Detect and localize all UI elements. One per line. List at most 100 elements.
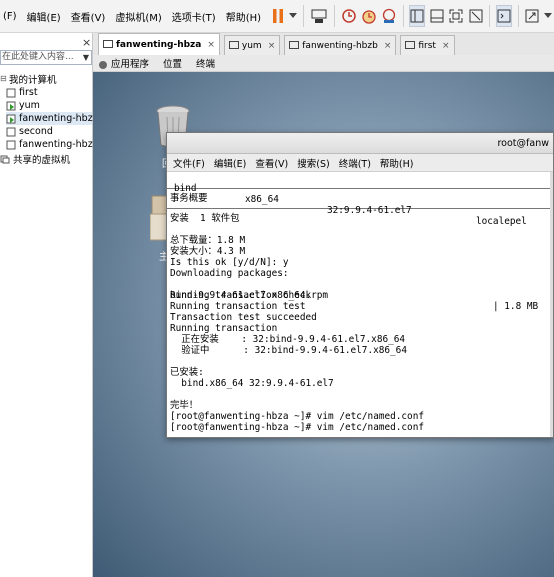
menu-vm[interactable]: 虚拟机(M) <box>112 9 164 24</box>
rpm-size: | 1.8 MB <box>493 301 539 312</box>
toolbar-divider <box>518 5 519 27</box>
vm-tab-icon <box>228 41 239 49</box>
tab-label: first <box>418 40 436 51</box>
gnome-foot-icon <box>99 60 107 69</box>
terminal-line: 验证中 : 32:bind-9.9.4-61.el7.x86_64 <box>170 345 407 356</box>
terminal-menu-search[interactable]: 搜索(S) <box>297 156 329 170</box>
unity-icon[interactable] <box>468 5 483 27</box>
app-menubar: (F) 编辑(E) 查看(V) 虚拟机(M) 选项卡(T) 帮助(H) <box>0 0 554 33</box>
close-icon[interactable]: × <box>207 40 215 50</box>
terminal-line: 正在安装 : 32:bind-9.9.4-61.el7.x86_64 <box>170 334 406 345</box>
pause-button[interactable] <box>270 5 285 27</box>
pause-dropdown-icon[interactable] <box>289 5 298 27</box>
terminal-menu-help[interactable]: 帮助(H) <box>380 156 414 170</box>
shared-vm-icon <box>0 155 10 163</box>
tree-my-computer[interactable]: ⊟ 我的计算机 <box>0 72 57 86</box>
fullscreen-icon[interactable] <box>449 5 464 27</box>
chevron-down-icon[interactable]: ▼ <box>83 51 89 64</box>
panel-places-menu[interactable]: 位置 <box>163 56 182 70</box>
panel-applications-menu[interactable]: 应用程序 <box>99 56 149 70</box>
tree-vm-label: fanwenting-hbza <box>19 113 99 124</box>
guest-top-panel: 应用程序 位置 终端 <box>93 55 554 72</box>
terminal-line: 安装大小：4.3 M <box>170 246 246 257</box>
vm-tab-icon <box>405 41 416 49</box>
close-icon[interactable]: × <box>82 36 91 49</box>
terminal-menu-view[interactable]: 查看(V) <box>255 156 288 170</box>
pkg-arch: x86_64 <box>245 194 279 205</box>
terminal-line: 总下载量：1.8 M <box>170 235 246 246</box>
vm-icon <box>6 140 16 149</box>
send-keys-icon[interactable] <box>310 5 328 27</box>
snapshot-icon[interactable] <box>341 5 357 27</box>
terminal-line: 事务概要 <box>170 193 208 204</box>
terminal-line: bind-9.9.4-61.el7.x86_64.rpm | 1.8 MB <box>167 279 553 312</box>
terminal-window[interactable]: root@fanw 文件(F) 编辑(E) 查看(V) 搜索(S) 终端(T) … <box>166 132 554 438</box>
terminal-title: root@fanw <box>497 137 549 149</box>
terminal-line: bind.x86_64 32:9.9.4-61.el7 <box>170 378 334 389</box>
terminal-menu-edit[interactable]: 编辑(E) <box>214 156 246 170</box>
terminal-titlebar[interactable]: root@fanw <box>167 133 553 154</box>
terminal-line: Running transaction <box>170 323 278 334</box>
show-library-icon[interactable] <box>409 5 426 27</box>
close-icon[interactable]: × <box>268 41 276 51</box>
menu-edit[interactable]: 编辑(E) <box>24 9 64 24</box>
terminal-output[interactable]: bind x86_64 32:9.9.4-61.el7 localepel 事务… <box>167 172 553 437</box>
tree-shared-vms[interactable]: 共享的虚拟机 <box>0 152 71 166</box>
search-placeholder: 在此处键入内容... <box>2 52 74 62</box>
menu-help[interactable]: 帮助(H) <box>223 9 264 24</box>
menu-tabs[interactable]: 选项卡(T) <box>169 9 219 24</box>
vm-tab-icon <box>103 40 113 48</box>
tab-fanwenting-hbzb[interactable]: fanwenting-hbzb × <box>284 35 397 55</box>
search-input[interactable]: 在此处键入内容... ▼ <box>0 50 92 65</box>
terminal-line: Is this ok [y/d/N]: y <box>170 257 289 268</box>
stretch-dropdown-icon[interactable] <box>544 5 553 27</box>
terminal-menubar: 文件(F) 编辑(E) 查看(V) 搜索(S) 终端(T) 帮助(H) <box>167 154 553 172</box>
toolbar-divider <box>334 5 335 27</box>
stretch-icon[interactable] <box>525 5 540 27</box>
revert-snapshot-icon[interactable] <box>361 5 377 27</box>
tab-fanwenting-hbza[interactable]: fanwenting-hbza × <box>98 33 220 55</box>
tab-first[interactable]: first × <box>400 35 455 55</box>
panel-applications-label: 应用程序 <box>111 59 150 70</box>
tree-my-computer-label: 我的计算机 <box>9 74 57 86</box>
terminal-line: Downloading packages: <box>170 268 289 279</box>
vm-tab-icon <box>289 41 300 49</box>
terminal-menu-file[interactable]: 文件(F) <box>173 156 205 170</box>
tab-yum[interactable]: yum × <box>223 35 281 55</box>
running-vm-icon <box>6 114 16 123</box>
thumbnail-bar-icon[interactable] <box>429 5 444 27</box>
tree-vm-second[interactable]: second <box>6 125 53 138</box>
snapshot-manager-icon[interactable] <box>381 5 397 27</box>
terminal-line: bind x86_64 32:9.9.4-61.el7 localepel <box>167 172 553 227</box>
terminal-menu-terminal[interactable]: 终端(T) <box>339 156 371 170</box>
pkg-repo: localepel <box>476 216 527 227</box>
rpm-file: bind-9.9.4-61.el7.x86_64.rpm <box>170 290 329 301</box>
panel-terminal-menu[interactable]: 终端 <box>196 56 215 70</box>
vm-icon <box>6 88 16 97</box>
vm-tabstrip: fanwenting-hbza × yum × fanwenting-hbzb … <box>93 33 554 55</box>
tree-vm-label: second <box>19 126 53 137</box>
tree-vm-yum[interactable]: yum <box>6 99 40 112</box>
terminal-line: 完毕！ <box>170 400 199 411</box>
tree-vm-label: first <box>19 87 38 98</box>
menu-view[interactable]: 查看(V) <box>68 9 109 24</box>
tree-vm-fanwenting-hbzb[interactable]: fanwenting-hbzb <box>6 138 99 151</box>
tab-label: fanwenting-hbza <box>116 39 202 50</box>
terminal-line: Transaction test succeeded <box>170 312 317 323</box>
console-view-icon[interactable] <box>496 5 513 27</box>
pkg-version: 32:9.9.4-61.el7 <box>327 205 412 216</box>
menu-file[interactable]: (F) <box>0 11 20 22</box>
collapse-icon[interactable]: ⊟ <box>0 74 8 83</box>
terminal-scrollbar[interactable] <box>550 172 553 437</box>
tree-shared-label: 共享的虚拟机 <box>13 154 71 166</box>
close-icon[interactable]: × <box>384 41 392 51</box>
tree-vm-first[interactable]: first <box>6 86 38 99</box>
toolbar-divider <box>402 5 404 27</box>
vm-icon <box>6 127 16 136</box>
tree-vm-fanwenting-hbza[interactable]: fanwenting-hbza <box>6 112 99 125</box>
tab-label: yum <box>241 40 262 51</box>
close-icon[interactable]: × <box>442 41 450 51</box>
library-sidebar: × 在此处键入内容... ▼ ⊟ 我的计算机 first yum fanwent… <box>0 33 99 577</box>
